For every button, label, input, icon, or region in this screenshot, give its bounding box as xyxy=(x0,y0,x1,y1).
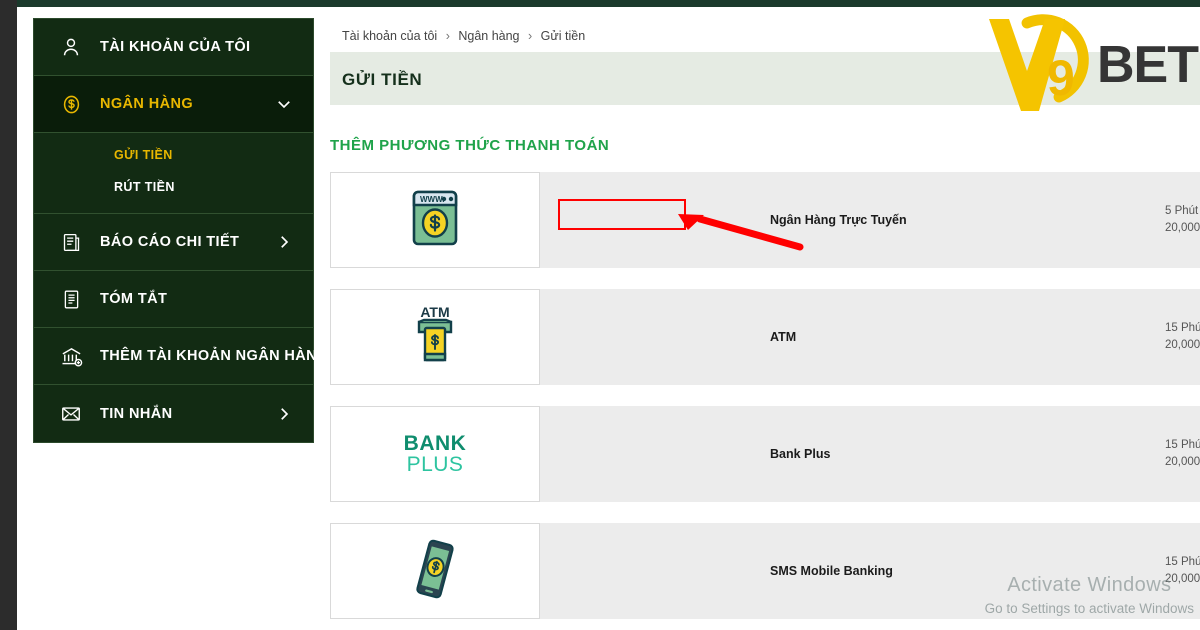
left-edge-bar xyxy=(0,0,17,630)
method-limit: 20,000.00 VND ~ 200,000,000.00 VND xyxy=(1165,339,1200,351)
breadcrumb-separator-icon: › xyxy=(528,29,533,43)
breadcrumb-item-deposit: Gửi tiền xyxy=(540,29,586,43)
sidebar-item-label: TIN NHẮN xyxy=(100,405,173,422)
sidebar-item-label: TÀI KHOẢN CỦA TÔI xyxy=(100,39,251,55)
summary-icon xyxy=(56,289,86,310)
method-body-cell: ATM 15 Phút 20,000.00 VND ~ 200,000,000.… xyxy=(540,289,1200,385)
sidebar-subitem-deposit[interactable]: GỬI TIỀN xyxy=(34,139,313,171)
method-duration: 15 Phút xyxy=(1165,322,1200,334)
sidebar-item-banking[interactable]: NGÂN HÀNG xyxy=(34,76,313,133)
dollar-coin-icon xyxy=(56,93,86,116)
online-banking-icon: WWW. xyxy=(408,188,462,253)
mobile-banking-icon xyxy=(407,536,463,607)
chevron-down-icon[interactable] xyxy=(275,95,293,113)
atm-icon: ATM xyxy=(408,304,462,371)
method-duration: 15 Phút xyxy=(1165,439,1200,451)
method-limit: 20,000.00 VND ~ 200,000,000.00 VND xyxy=(1165,222,1200,234)
bankplus-logo-line1: BANK xyxy=(403,431,467,455)
page-title: GỬI TIỀN xyxy=(342,70,423,89)
payment-method-list: WWW. Ngân Hàng Trực Tuyến 5 Phút 20,000.… xyxy=(330,172,1200,630)
sidebar-subitem-label: RÚT TIỀN xyxy=(114,180,175,194)
logo-bet-text: BET xyxy=(1097,36,1199,94)
payment-method-row[interactable]: WWW. Ngân Hàng Trực Tuyến 5 Phút 20,000.… xyxy=(330,172,1200,268)
windows-activation-watermark: Activate Windows Go to Settings to activ… xyxy=(985,574,1194,616)
chevron-right-icon[interactable] xyxy=(275,405,293,423)
v9bet-logo[interactable]: 9 BET xyxy=(981,9,1199,117)
sidebar-item-messages[interactable]: TIN NHẮN xyxy=(34,385,313,442)
bank-add-icon xyxy=(56,345,86,368)
watermark-subtitle: Go to Settings to activate Windows xyxy=(984,601,1194,616)
sidebar-item-add-bank-account[interactable]: THÊM TÀI KHOẢN NGÂN HÀNG xyxy=(34,328,328,385)
main-content: Tài khoản của tôi › Ngân hàng › Gửi tiền… xyxy=(330,7,1200,630)
breadcrumb: Tài khoản của tôi › Ngân hàng › Gửi tiền xyxy=(342,29,585,43)
method-meta: 15 Phút 20,000.00 VND ~ 200,000,000.00 V… xyxy=(1165,437,1200,471)
chevron-right-icon[interactable] xyxy=(275,233,293,251)
sidebar: TÀI KHOẢN CỦA TÔI NGÂN HÀNG GỬI TIỀN RÚT… xyxy=(33,18,328,443)
top-accent-strip xyxy=(0,0,1200,7)
method-icon-cell: BANK PLUS xyxy=(330,406,540,502)
method-name: ATM xyxy=(770,330,797,344)
bankplus-logo-line2: PLUS xyxy=(406,453,464,476)
breadcrumb-separator-icon: › xyxy=(445,29,450,43)
method-name: Bank Plus xyxy=(770,447,831,461)
svg-text:ATM: ATM xyxy=(420,304,449,320)
payment-method-row[interactable]: BANK PLUS Bank Plus 15 Phút 20,000.00 VN… xyxy=(330,406,1200,502)
breadcrumb-item-account[interactable]: Tài khoản của tôi xyxy=(342,29,437,43)
method-limit: 20,000.00 VND ~ 200,000,000.00 VND xyxy=(1165,456,1200,468)
sidebar-subitem-label: GỬI TIỀN xyxy=(114,148,173,162)
sidebar-item-label: TÓM TẮT xyxy=(100,291,168,307)
method-duration: 15 Phút xyxy=(1165,556,1200,568)
sidebar-item-my-account[interactable]: TÀI KHOẢN CỦA TÔI xyxy=(34,19,313,76)
method-name: Ngân Hàng Trực Tuyến xyxy=(770,213,907,227)
method-name: SMS Mobile Banking xyxy=(770,564,893,578)
envelope-icon xyxy=(56,403,86,425)
sidebar-item-label: THÊM TÀI KHOẢN NGÂN HÀNG xyxy=(100,348,329,364)
method-icon-cell: ATM xyxy=(330,289,540,385)
method-duration: 5 Phút xyxy=(1165,205,1199,217)
method-body-cell: Ngân Hàng Trực Tuyến 5 Phút 20,000.00 VN… xyxy=(540,172,1200,268)
method-meta: 5 Phút 20,000.00 VND ~ 200,000,000.00 VN… xyxy=(1165,203,1200,237)
page-root: TÀI KHOẢN CỦA TÔI NGÂN HÀNG GỬI TIỀN RÚT… xyxy=(0,0,1200,630)
report-icon xyxy=(56,232,86,253)
svg-text:9: 9 xyxy=(1047,50,1075,106)
breadcrumb-item-banking[interactable]: Ngân hàng xyxy=(458,29,519,43)
sidebar-submenu-banking: GỬI TIỀN RÚT TIỀN xyxy=(34,133,313,214)
section-title: THÊM PHƯƠNG THỨC THANH TOÁN xyxy=(330,137,610,154)
v9-mark-icon: 9 xyxy=(989,14,1089,111)
method-meta: 15 Phút 20,000.00 VND ~ 200,000,000.00 V… xyxy=(1165,320,1200,354)
payment-method-row[interactable]: ATM ATM 15 Phút 20,000.00 VND ~ 200,00 xyxy=(330,289,1200,385)
method-icon-cell xyxy=(330,523,540,619)
bankplus-logo-icon: BANK PLUS xyxy=(403,431,467,476)
watermark-title: Activate Windows xyxy=(1007,574,1172,596)
user-icon xyxy=(56,36,86,58)
method-icon-cell: WWW. xyxy=(330,172,540,268)
sidebar-item-label: NGÂN HÀNG xyxy=(100,96,194,112)
sidebar-subitem-withdraw[interactable]: RÚT TIỀN xyxy=(34,171,313,203)
sidebar-item-detailed-report[interactable]: BÁO CÁO CHI TIẾT xyxy=(34,214,313,271)
method-body-cell: Bank Plus 15 Phút 20,000.00 VND ~ 200,00… xyxy=(540,406,1200,502)
svg-text:WWW.: WWW. xyxy=(420,195,444,204)
sidebar-item-summary[interactable]: TÓM TẮT xyxy=(34,271,313,328)
sidebar-item-label: BÁO CÁO CHI TIẾT xyxy=(100,234,240,250)
